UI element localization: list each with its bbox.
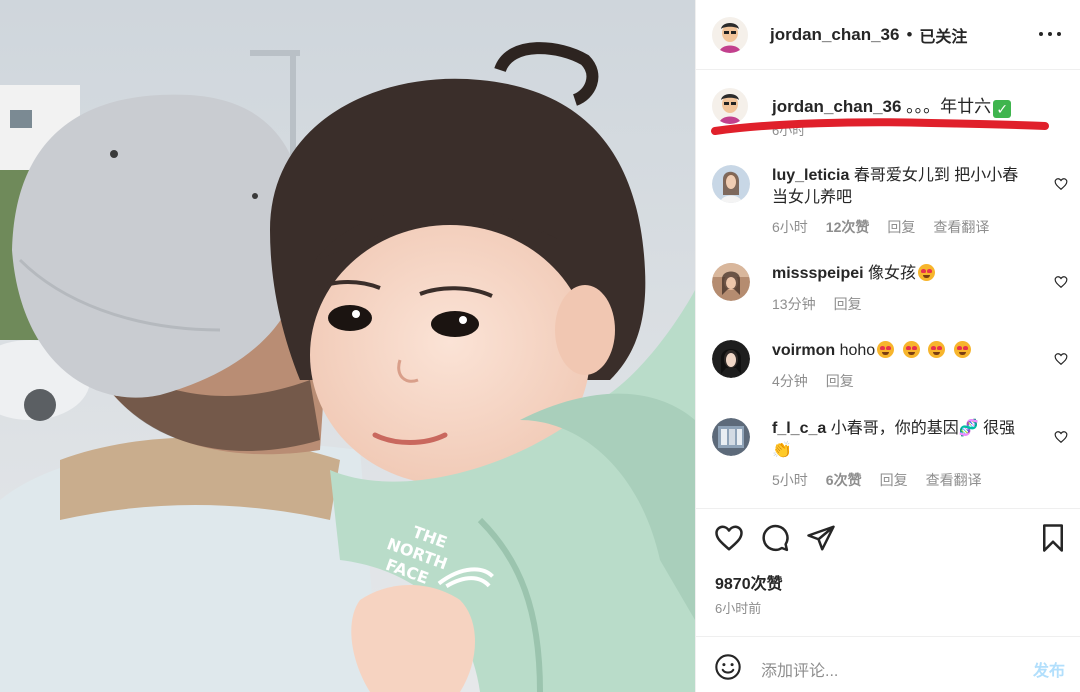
post-header: jordan_chan_36 • 已关注 xyxy=(696,0,1080,70)
share-send-icon[interactable] xyxy=(806,523,836,553)
reply-button[interactable]: 回复 xyxy=(887,219,915,235)
like-count[interactable]: 9870次赞 xyxy=(715,570,783,594)
comment-item: voirmon hoho 4分钟 回复 xyxy=(712,340,1072,400)
see-translation-button[interactable]: 查看翻译 xyxy=(926,472,982,488)
reply-button[interactable]: 回复 xyxy=(834,296,862,312)
comment-item: luy_leticia 春哥爱女儿到 把小小春当女儿养吧 6小时 12次赞 回复 查看… xyxy=(712,165,1072,245)
caption-text-line: jordan_chan_36 。。。年廿六 ✓ xyxy=(772,92,1012,118)
comment-username[interactable]: missspeipei xyxy=(772,265,864,282)
comment-username[interactable]: luy_leticia xyxy=(772,167,849,184)
separator-dot: • xyxy=(906,24,913,44)
dna-emoji-icon: 🧬 xyxy=(958,420,979,437)
comment-meta: 4分钟 回复 xyxy=(772,371,872,391)
caption-time: 6小时 xyxy=(772,123,806,138)
commenter-avatar[interactable] xyxy=(712,165,750,203)
like-heart-icon[interactable] xyxy=(714,523,744,553)
caption-text: 。。。年廿六 xyxy=(901,97,992,116)
reply-button[interactable]: 回复 xyxy=(826,373,854,389)
commenter-avatar[interactable] xyxy=(712,418,750,456)
reply-button[interactable]: 回复 xyxy=(880,472,908,488)
comment-time: 5小时 xyxy=(772,472,808,488)
post-image-illustration: THE NORTH FACE xyxy=(0,0,695,692)
comment-meta: 6小时 12次赞 回复 查看翻译 xyxy=(772,217,1007,237)
comment-item: missspeipei 像女孩 13分钟 回复 xyxy=(712,263,1072,323)
bookmark-save-icon[interactable] xyxy=(1038,523,1068,553)
post-caption: jordan_chan_36 。。。年廿六 ✓ 6小时 xyxy=(712,88,1072,148)
comment-text: f_l_c_a 小春哥，你的基因🧬 很强 👏 xyxy=(772,418,1027,462)
caption-username[interactable]: jordan_chan_36 xyxy=(772,97,901,116)
comment-likes[interactable]: 12次赞 xyxy=(826,219,870,235)
more-options-icon[interactable] xyxy=(1039,24,1061,44)
comment-meta: 5小时 6次赞 回复 查看翻译 xyxy=(772,470,1000,490)
see-translation-button[interactable]: 查看翻译 xyxy=(933,219,989,235)
post-sidebar: jordan_chan_36 • 已关注 jordan_chan_36 。。。年… xyxy=(695,0,1080,692)
comment-username[interactable]: voirmon xyxy=(772,342,835,359)
post-photo[interactable]: THE NORTH FACE xyxy=(0,0,695,692)
comment-time: 13分钟 xyxy=(772,296,816,312)
heart-eyes-emoji-icon xyxy=(928,341,946,358)
check-mark-emoji-icon: ✓ xyxy=(993,100,1012,118)
comment-body: 小春哥，你的基因 xyxy=(826,420,959,437)
clapping-hands-emoji-icon: 👏 xyxy=(772,442,792,459)
caption-avatar[interactable] xyxy=(712,88,748,124)
comment-like-heart-icon[interactable] xyxy=(1054,275,1068,289)
comment-item: f_l_c_a 小春哥，你的基因🧬 很强 👏 5小时 6次赞 回复 查看翻译 xyxy=(712,418,1072,498)
comment-text: missspeipei 像女孩 xyxy=(772,263,1027,285)
comment-text: luy_leticia 春哥爱女儿到 把小小春当女儿养吧 xyxy=(772,165,1027,209)
post-comment-button[interactable]: 发布 xyxy=(1033,657,1065,681)
comment-body: hoho xyxy=(835,342,876,359)
comment-time: 6小时 xyxy=(772,219,808,235)
comment-body: 像女孩 xyxy=(863,265,917,282)
comment-bubble-icon[interactable] xyxy=(760,523,790,553)
add-comment-bar: 添加评论... 发布 xyxy=(696,636,1080,692)
heart-eyes-emoji-icon xyxy=(902,341,920,358)
post-timestamp: 6小时前 xyxy=(715,601,762,616)
heart-eyes-emoji-icon xyxy=(918,264,936,281)
comment-meta: 13分钟 回复 xyxy=(772,294,880,314)
comment-like-heart-icon[interactable] xyxy=(1054,352,1068,366)
comment-time: 4分钟 xyxy=(772,373,808,389)
author-avatar[interactable] xyxy=(712,16,748,53)
following-button[interactable]: 已关注 xyxy=(919,23,967,47)
heart-eyes-emoji-icon xyxy=(953,341,971,358)
comment-username[interactable]: f_l_c_a xyxy=(772,420,826,437)
comment-body-continued: 很强 xyxy=(978,420,1016,437)
comment-likes[interactable]: 6次赞 xyxy=(826,472,862,488)
author-username[interactable]: jordan_chan_36 xyxy=(770,25,899,45)
commenter-avatar[interactable] xyxy=(712,340,750,378)
comment-like-heart-icon[interactable] xyxy=(1054,177,1068,191)
comment-like-heart-icon[interactable] xyxy=(1054,430,1068,444)
heart-eyes-emoji-icon xyxy=(877,341,895,358)
commenter-avatar[interactable] xyxy=(712,263,750,301)
add-comment-input[interactable]: 添加评论... xyxy=(761,657,838,681)
emoji-smiley-icon[interactable] xyxy=(714,653,742,681)
post-action-bar xyxy=(696,508,1080,568)
comment-text: voirmon hoho xyxy=(772,340,1027,362)
